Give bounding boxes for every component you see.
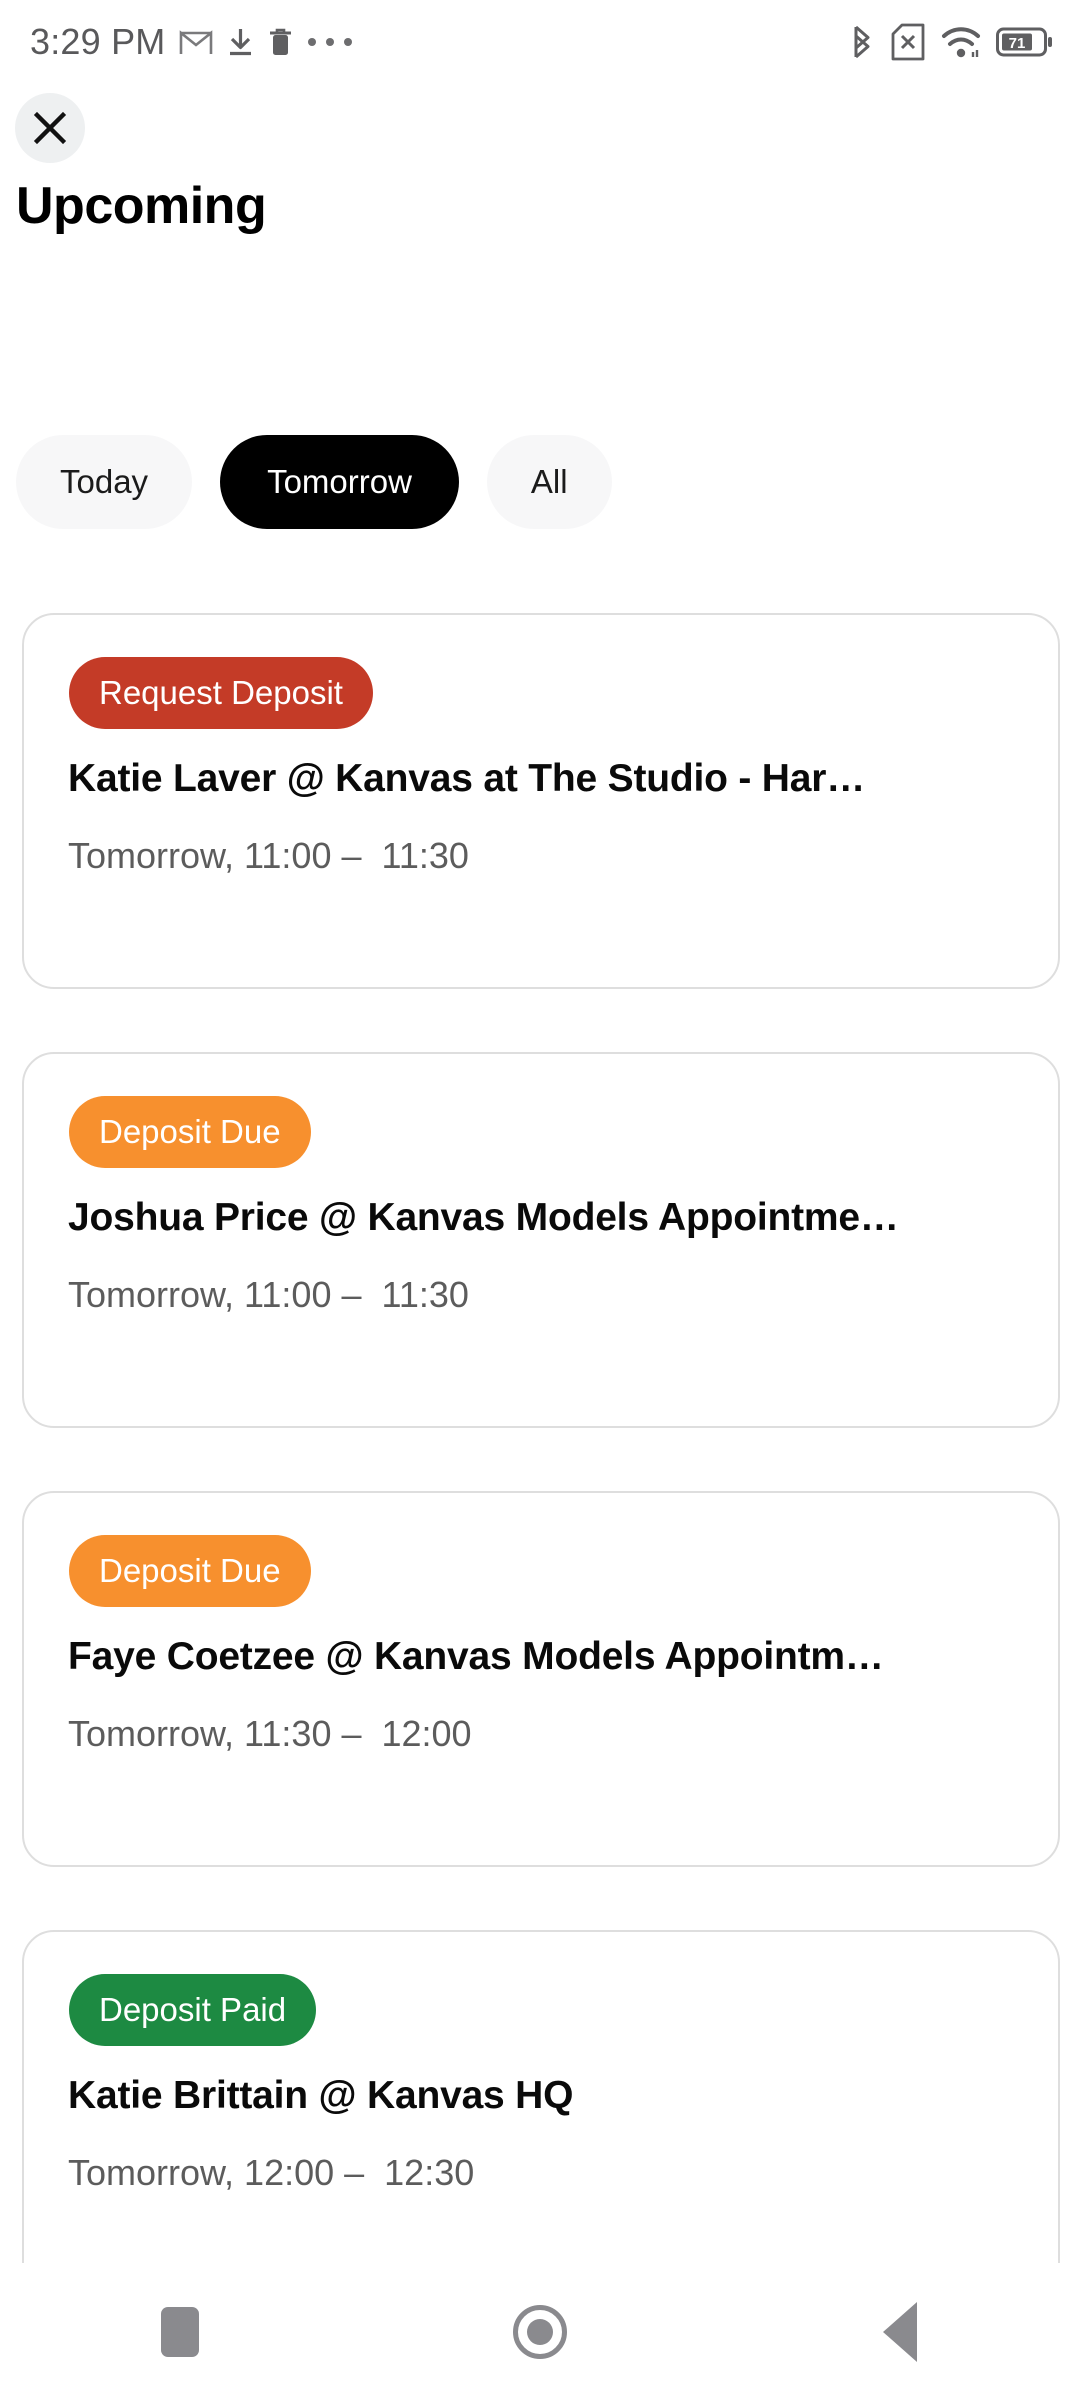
appointment-card[interactable]: Deposit Paid Katie Brittain @ Kanvas HQ … bbox=[22, 1930, 1060, 2263]
status-bar-left: 3:29 PM bbox=[30, 24, 353, 60]
appointment-time: Tomorrow, 11:00 – 11:30 bbox=[68, 835, 469, 876]
appointment-time: Tomorrow, 11:00 – 11:30 bbox=[68, 1274, 469, 1315]
circle-home-icon bbox=[513, 2304, 567, 2359]
download-icon bbox=[230, 29, 252, 56]
system-navigation-bar bbox=[0, 2263, 1080, 2400]
triangle-back-icon bbox=[883, 2301, 917, 2362]
appointment-card[interactable]: Request Deposit Katie Laver @ Kanvas at … bbox=[22, 613, 1060, 989]
appointment-title: Faye Coetzee @ Kanvas Models Appointm… bbox=[68, 1635, 884, 1678]
appointment-list[interactable]: Request Deposit Katie Laver @ Kanvas at … bbox=[0, 613, 1080, 2263]
wifi-icon bbox=[942, 27, 980, 58]
overflow-dots-icon bbox=[308, 38, 353, 46]
recents-button[interactable] bbox=[105, 2263, 255, 2400]
filter-chip-today[interactable]: Today bbox=[16, 435, 193, 529]
status-badge[interactable]: Deposit Due bbox=[69, 1535, 311, 1607]
square-recents-icon bbox=[161, 2306, 199, 2357]
status-bar-right: 71 bbox=[849, 23, 1052, 61]
battery-level-text: 71 bbox=[1009, 35, 1026, 52]
gmail-icon bbox=[180, 29, 213, 54]
status-badge[interactable]: Deposit Due bbox=[69, 1096, 311, 1168]
bluetooth-icon bbox=[854, 25, 870, 59]
filter-chip-tomorrow[interactable]: Tomorrow bbox=[220, 435, 459, 529]
battery-icon: 71 bbox=[996, 27, 1052, 57]
close-button[interactable] bbox=[15, 93, 85, 163]
appointment-title: Joshua Price @ Kanvas Models Appointme… bbox=[68, 1196, 899, 1239]
close-icon bbox=[33, 111, 67, 145]
filter-chip-all[interactable]: All bbox=[486, 435, 612, 529]
sim-missing-icon bbox=[891, 23, 925, 61]
back-button[interactable] bbox=[825, 2263, 975, 2400]
page-title: Upcoming bbox=[16, 177, 267, 235]
app-screen: 3:29 PM 71 Upcoming Today Tomorrow All R… bbox=[0, 0, 1080, 2400]
status-clock: 3:29 PM bbox=[30, 21, 166, 62]
status-badge[interactable]: Deposit Paid bbox=[69, 1974, 317, 2046]
trash-icon bbox=[270, 28, 292, 55]
appointment-card[interactable]: Deposit Due Faye Coetzee @ Kanvas Models… bbox=[22, 1491, 1060, 1867]
filter-chip-group: Today Tomorrow All bbox=[16, 435, 612, 529]
appointment-title: Katie Laver @ Kanvas at The Studio - Har… bbox=[68, 757, 866, 800]
status-badge[interactable]: Request Deposit bbox=[69, 657, 373, 729]
appointment-title: Katie Brittain @ Kanvas HQ bbox=[68, 2074, 574, 2117]
home-button[interactable] bbox=[465, 2263, 615, 2400]
appointment-time: Tomorrow, 12:00 – 12:30 bbox=[68, 2152, 475, 2193]
appointment-time: Tomorrow, 11:30 – 12:00 bbox=[68, 1713, 472, 1754]
appointment-card[interactable]: Deposit Due Joshua Price @ Kanvas Models… bbox=[22, 1052, 1060, 1428]
status-bar: 3:29 PM 71 bbox=[0, 0, 1080, 84]
